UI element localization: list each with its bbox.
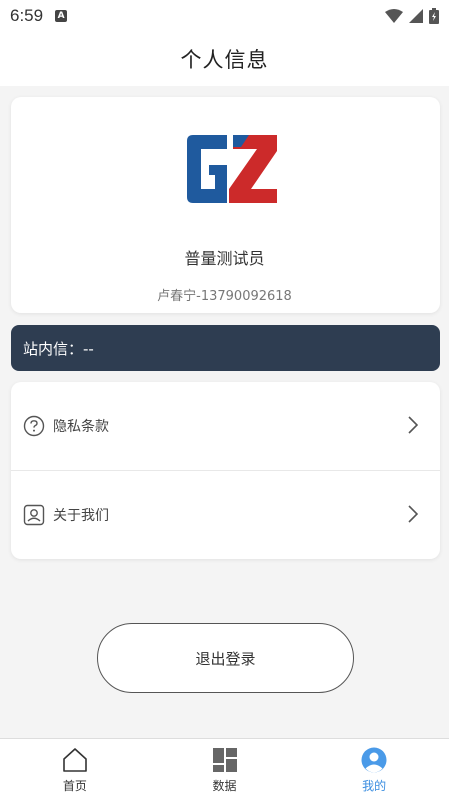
inbox-message-bar[interactable]: 站内信：-- [11, 325, 440, 371]
logout-button[interactable]: 退出登录 [97, 623, 354, 693]
profile-card [11, 97, 440, 313]
notification-badge: A [55, 10, 68, 22]
menu-card: 隐私条款 关于我们 [11, 382, 440, 559]
tab-mine[interactable]: 我的 [299, 739, 449, 800]
company-logo [187, 135, 277, 203]
cell-signal-icon [409, 9, 423, 23]
status-right [385, 8, 439, 24]
tab-home[interactable]: 首页 [0, 739, 150, 800]
menu-item-label: 隐私条款 [53, 419, 109, 435]
tab-home-label: 首页 [62, 779, 87, 793]
tab-mine-label: 我的 [362, 779, 387, 793]
menu-item-privacy[interactable]: 隐私条款 [11, 382, 440, 470]
page-header: 个人信息 [0, 32, 449, 86]
chevron-right-icon [408, 505, 418, 523]
user-name: 普量测试员 [184, 249, 265, 268]
status-left: 6:59 A [10, 6, 68, 26]
battery-icon [429, 8, 439, 24]
person-card-icon [23, 504, 45, 526]
page-title: 个人信息 [180, 48, 269, 72]
data-grid-icon [212, 748, 237, 772]
tab-data[interactable]: 数据 [150, 739, 300, 800]
home-icon [63, 748, 87, 772]
menu-item-label: 关于我们 [53, 508, 109, 524]
tab-data-label: 数据 [212, 779, 237, 793]
menu-item-about[interactable]: 关于我们 [11, 471, 440, 559]
wifi-icon [385, 9, 403, 23]
status-bar: 6:59 A [0, 0, 449, 32]
user-account-info: 卢春宁-13790092618 [157, 289, 292, 304]
status-time: 6:59 [10, 6, 44, 25]
bottom-tab-bar: 首页 数据 我的 [0, 738, 449, 800]
inbox-message-label: 站内信：-- [23, 339, 94, 358]
user-avatar-icon [361, 747, 387, 773]
question-circle-icon [23, 415, 45, 437]
chevron-right-icon [408, 416, 418, 434]
